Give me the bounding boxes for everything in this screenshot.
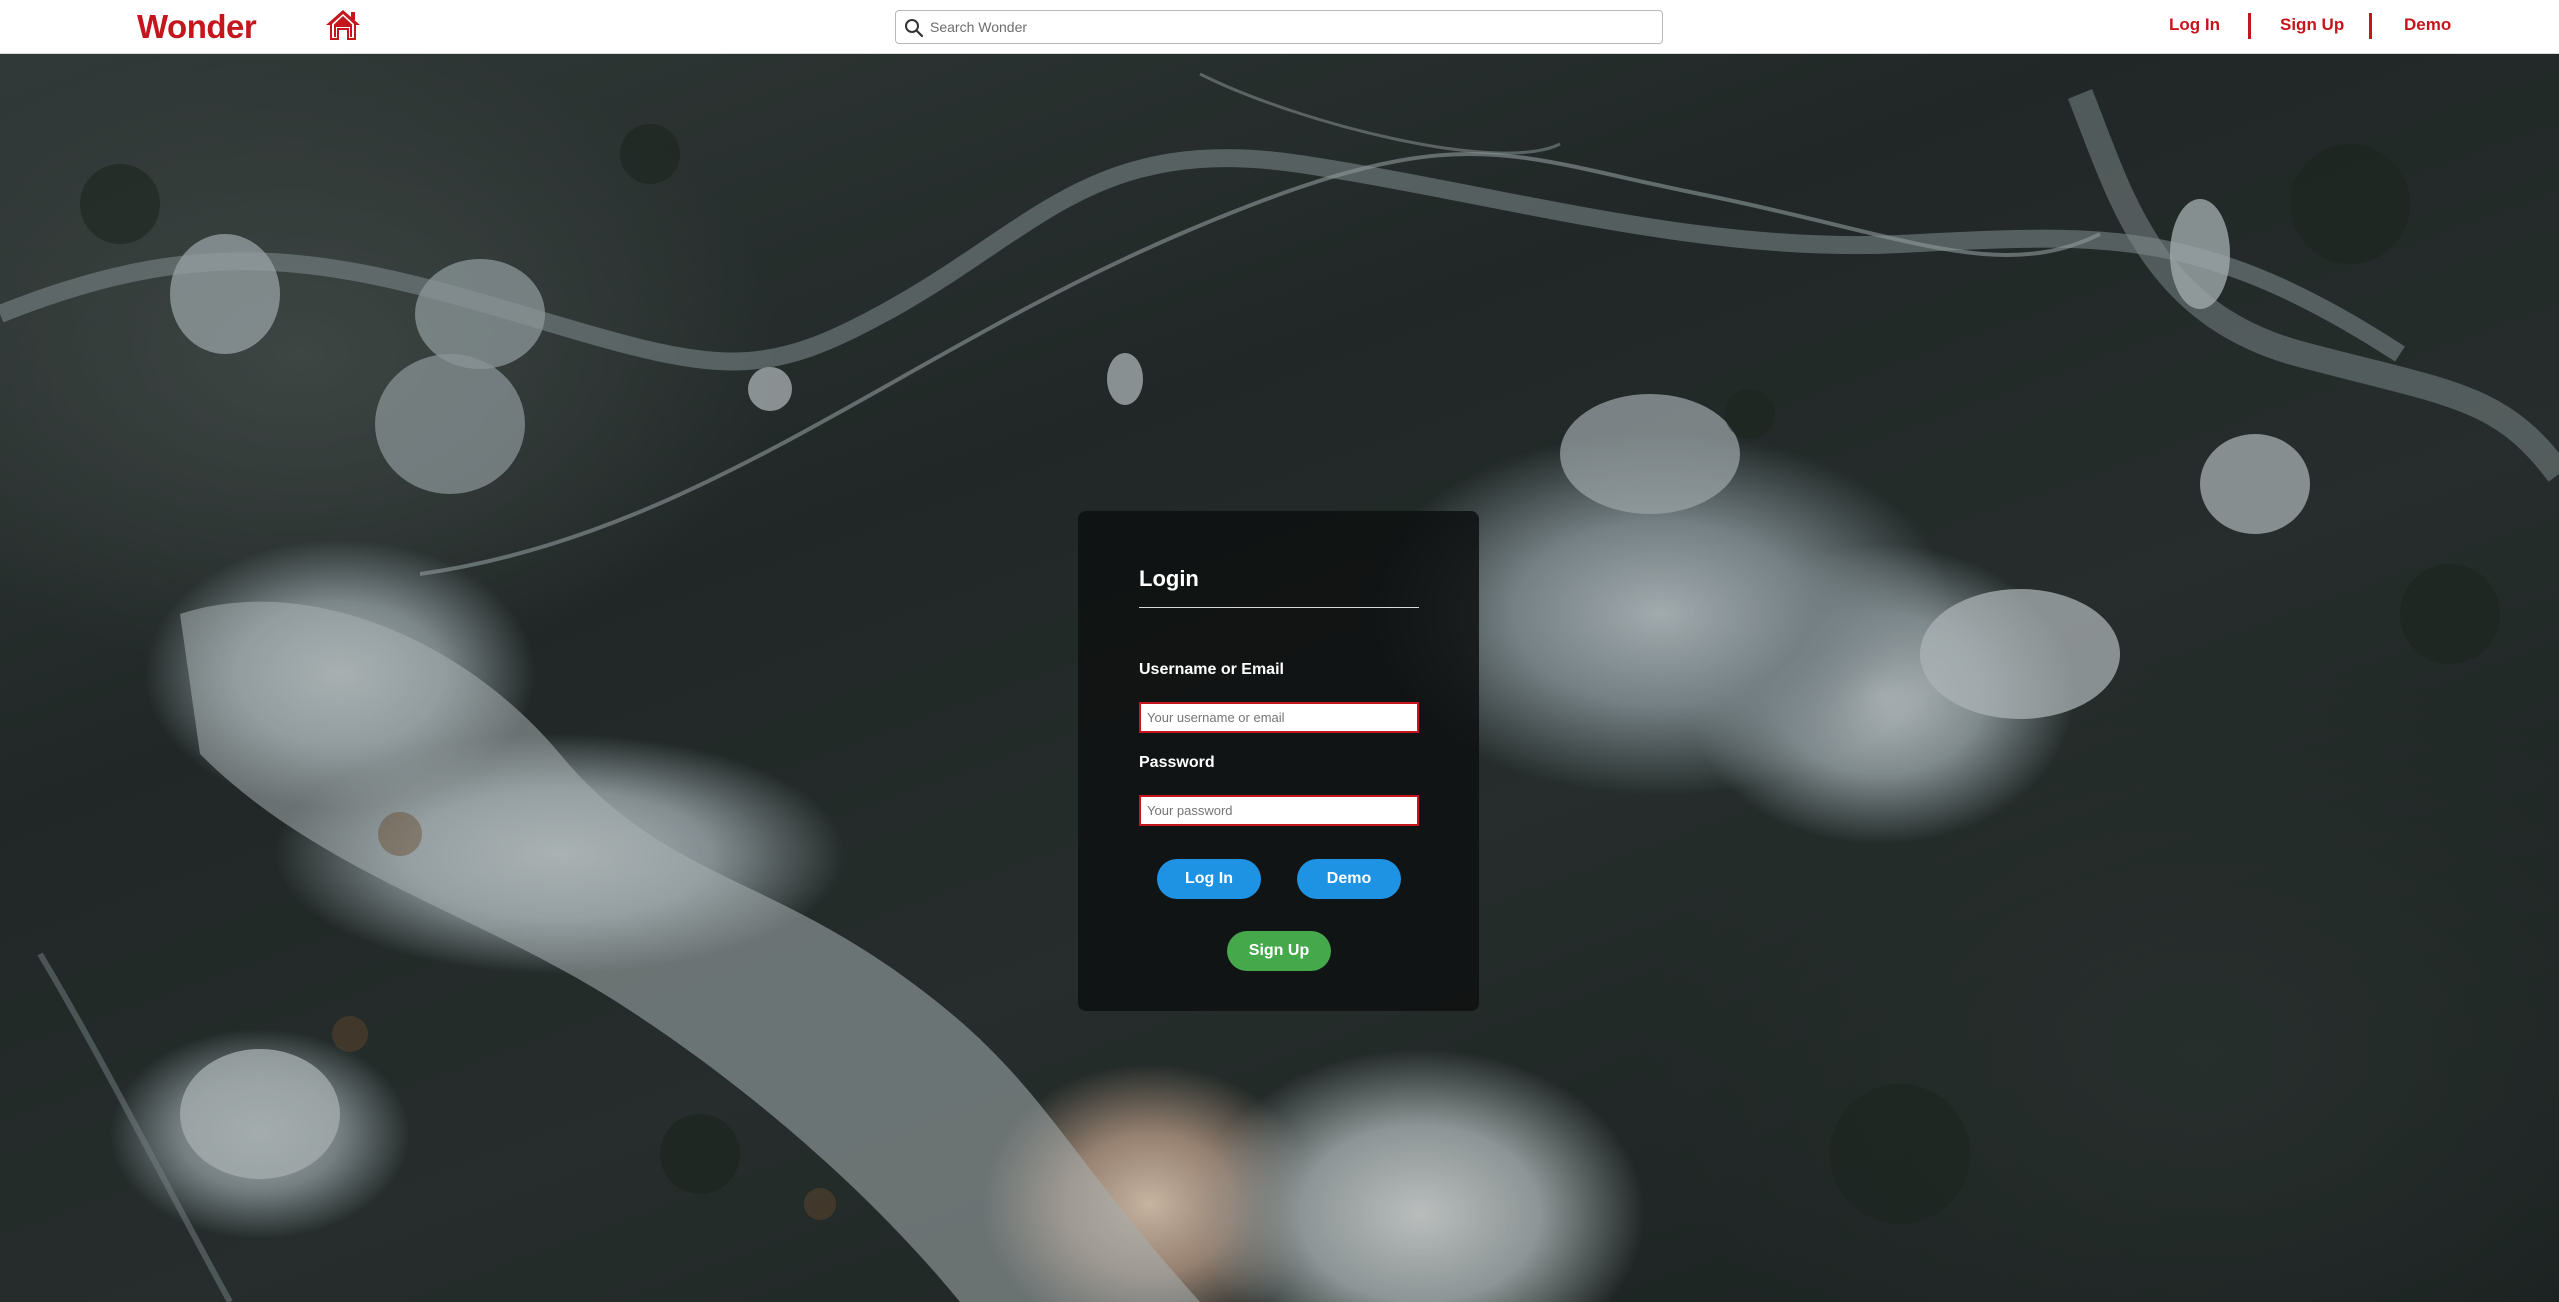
nav-divider — [2369, 13, 2372, 39]
title-divider — [1139, 607, 1419, 608]
search-icon — [905, 19, 924, 38]
login-title: Login — [1139, 566, 1199, 591]
top-navbar: Wonder Log In Sign Up Demo — [0, 0, 2559, 54]
home-icon[interactable] — [324, 8, 362, 42]
username-input[interactable] — [1139, 702, 1419, 733]
demo-button[interactable]: Demo — [1297, 859, 1401, 899]
brand-logo[interactable]: Wonder — [137, 8, 257, 46]
login-button[interactable]: Log In — [1157, 859, 1261, 899]
nav-signup-link[interactable]: Sign Up — [2280, 15, 2344, 35]
nav-demo-link[interactable]: Demo — [2404, 15, 2451, 35]
search-input[interactable] — [928, 11, 1658, 43]
login-card: Login Username or Email Password Log In … — [1078, 511, 1479, 1011]
search-bar — [895, 10, 1663, 44]
nav-divider — [2248, 13, 2251, 39]
signup-button[interactable]: Sign Up — [1227, 931, 1331, 971]
password-label: Password — [1139, 754, 1215, 771]
password-input[interactable] — [1139, 795, 1419, 826]
nav-login-link[interactable]: Log In — [2169, 15, 2220, 35]
username-label: Username or Email — [1139, 661, 1284, 678]
